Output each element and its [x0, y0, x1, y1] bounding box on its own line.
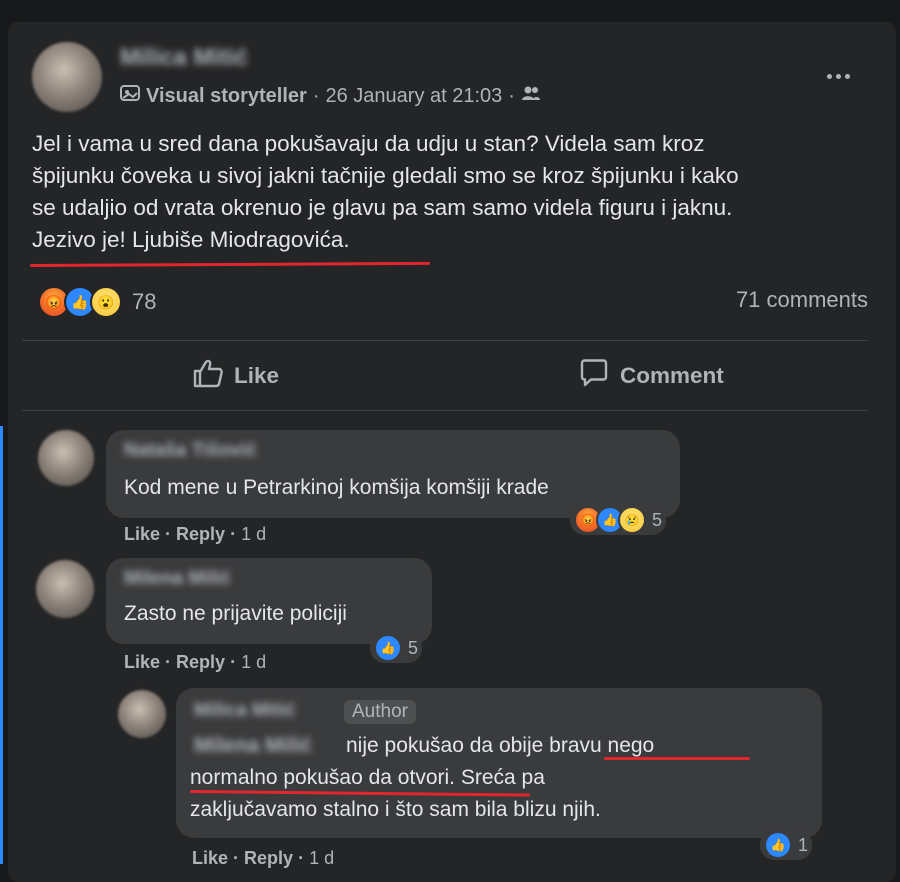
reply-text-line: normalno pokušao da otvori. Sreća pa: [190, 766, 545, 789]
post-date[interactable]: 26 January at 21:03: [326, 85, 503, 108]
post-text-line: Jel i vama u sred dana pokušavaju da udj…: [32, 131, 705, 156]
more-options-icon[interactable]: [818, 64, 858, 88]
post-text-line: špijunku čoveka u sivoj jakni tačnije gl…: [32, 163, 739, 188]
comment-bubble: Milena Milić Zasto ne prijavite policiji: [106, 558, 432, 644]
comments-count[interactable]: 71 comments: [736, 287, 868, 313]
comment-reply-link[interactable]: Reply: [176, 652, 225, 672]
like-label: Like: [234, 363, 280, 388]
reply-reply-link[interactable]: Reply: [244, 848, 293, 868]
reply-reactions[interactable]: 👍 1: [760, 830, 813, 860]
commenter-avatar[interactable]: [36, 560, 94, 618]
divider: [22, 410, 868, 411]
author-name[interactable]: Milica Mitić: [120, 44, 248, 72]
reply-text-line: nije pokušao da obije bravu nego: [346, 734, 655, 757]
reply-time[interactable]: 1 d: [309, 848, 334, 868]
friends-icon[interactable]: [521, 84, 541, 108]
reply-author-avatar[interactable]: [118, 690, 166, 738]
post-text-line: se udaljio od vrata okrenuo je glavu pa …: [32, 195, 733, 220]
comment-like-link[interactable]: Like: [124, 524, 160, 544]
post-meta: Visual storyteller · 26 January at 21:03…: [120, 84, 541, 108]
comment-time[interactable]: 1 d: [241, 652, 266, 672]
reply-author-name[interactable]: Milica Mitić: [194, 700, 295, 722]
post-text-line: Jezivo je! Ljubiše Miodragovića.: [32, 227, 350, 252]
reply-mention[interactable]: Milena Milić: [194, 734, 312, 758]
reply-reaction-count: 1: [798, 834, 809, 855]
highlight-underline: [604, 757, 750, 760]
comment-reactions[interactable]: 👍 5: [370, 633, 423, 663]
like-reaction-icon: 👍: [374, 634, 402, 662]
comment-reactions[interactable]: 😡 👍 😢 5: [570, 505, 667, 535]
reply-text-line: zaključavamo stalno i što sam bila blizu…: [190, 798, 601, 821]
author-avatar[interactable]: [32, 42, 102, 112]
thread-line: [0, 426, 3, 864]
reply-bubble: Milica Mitić Milena Milić nije pokušao d…: [176, 688, 822, 838]
comment-icon: [578, 358, 610, 394]
wow-reaction-icon: 😮: [90, 286, 122, 318]
author-badge[interactable]: Visual storyteller: [146, 85, 307, 108]
post-text: Jel i vama u sred dana pokušavaju da udj…: [32, 128, 882, 256]
author-tag: Author: [344, 700, 416, 724]
comment-like-link[interactable]: Like: [124, 652, 160, 672]
thumbs-up-icon: [192, 358, 224, 394]
meta-separator: ·: [312, 84, 320, 107]
comment-reply-link[interactable]: Reply: [176, 524, 225, 544]
commenter-name[interactable]: Nataša Tišović: [124, 440, 257, 462]
comment-text: Zasto ne prijavite policiji: [124, 602, 347, 625]
badge-icon: [120, 84, 140, 108]
comment-text: Kod mene u Petrarkinoj komšija komšiji k…: [124, 476, 549, 499]
meta-separator: ·: [508, 84, 515, 107]
reply-like-link[interactable]: Like: [192, 848, 228, 868]
post-reactions[interactable]: 😡 👍 😮 78: [38, 286, 156, 318]
reaction-count: 78: [132, 289, 157, 314]
commenter-name[interactable]: Milena Milić: [124, 568, 231, 590]
comment-actions: Like · Reply · 1 d: [124, 524, 267, 544]
comment-actions: Like · Reply · 1 d: [124, 652, 267, 672]
comment-label: Comment: [620, 363, 724, 388]
commenter-avatar[interactable]: [38, 430, 94, 486]
divider: [22, 340, 868, 341]
like-button[interactable]: Like: [192, 358, 279, 394]
comment-reaction-count: 5: [652, 509, 663, 530]
like-reaction-icon: 👍: [764, 831, 792, 859]
comment-time[interactable]: 1 d: [241, 524, 266, 544]
comment-button[interactable]: Comment: [578, 358, 724, 394]
reply-actions: Like · Reply · 1 d: [192, 848, 335, 868]
comment-reaction-count: 5: [408, 637, 419, 658]
sad-reaction-icon: 😢: [618, 506, 646, 534]
